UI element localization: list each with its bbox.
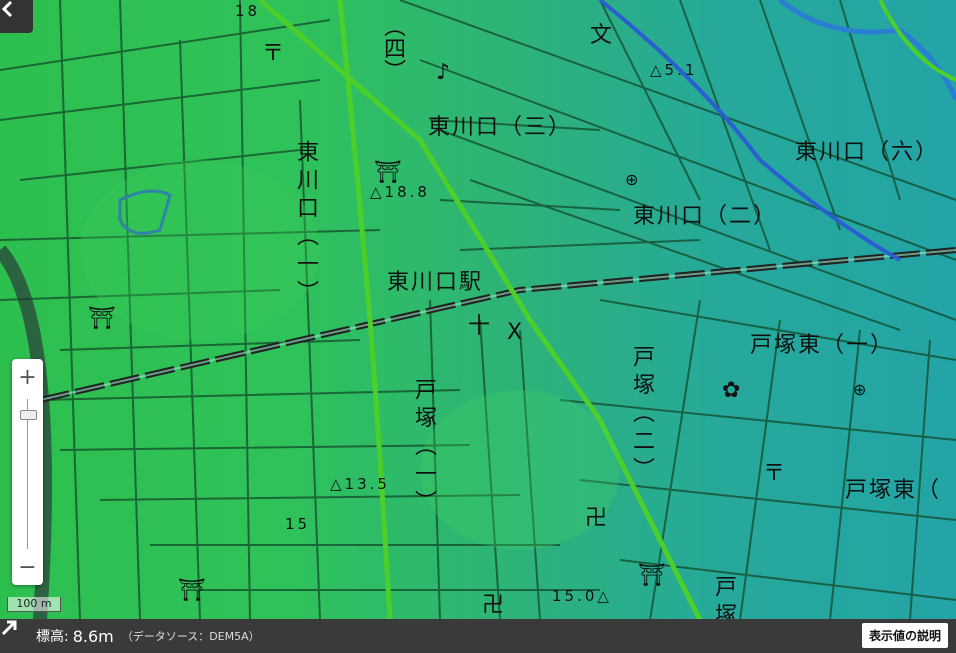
explain-values-button[interactable]: 表示値の説明 xyxy=(861,623,948,648)
elevation-point-15-partial: 15 xyxy=(285,515,311,533)
music-hall-icon: ♪ xyxy=(436,60,451,85)
chevron-left-icon xyxy=(1,0,13,18)
arrow-icon xyxy=(1,620,28,645)
station-label: 東川口駅 xyxy=(387,270,484,295)
zoom-slider-handle[interactable] xyxy=(20,410,37,420)
area-label-totsukahigashi-1: 戸塚東（一） xyxy=(750,333,895,358)
area-label-yon: （四） xyxy=(380,15,405,81)
area-label-higashikawaguchi-2: 東川口（二） xyxy=(633,204,778,229)
area-label-totsuka-2: 戸塚（二） xyxy=(629,345,654,485)
back-button[interactable] xyxy=(0,0,33,33)
shrine-icon: ⛩ xyxy=(638,563,666,588)
zoom-control: + − xyxy=(12,359,43,585)
hospital-icon: ⊕ xyxy=(853,380,867,399)
elevation-value: 8.6m xyxy=(72,626,114,646)
elevation-label: 標高: xyxy=(36,629,69,645)
elevation-point-13-5: △13.5 xyxy=(330,475,390,493)
police-icon: X xyxy=(507,320,523,345)
zoom-slider-track[interactable] xyxy=(27,399,28,549)
elevation-point-5-1: △5.1 xyxy=(650,61,698,79)
area-label-totsuka-1: 戸塚（一） xyxy=(411,378,436,518)
area-label-higashikawaguchi-1: 東川口（一） xyxy=(293,140,318,308)
hospital-icon: ⊕ xyxy=(625,170,639,189)
elevation-map[interactable]: 東川口（三） 東川口（六） 東川口（二） 東川口（一） 戸塚東（一） 戸塚東（ … xyxy=(0,0,956,653)
zoom-in-button[interactable]: + xyxy=(12,361,43,393)
area-label-higashikawaguchi-3: 東川口（三） xyxy=(428,115,573,140)
elevation-point-18-8: △18.8 xyxy=(370,183,430,201)
post-office-icon: 〒 xyxy=(262,41,285,66)
scale-bar: 100 m xyxy=(7,597,61,612)
elevation-point-18-top: 18 xyxy=(235,2,261,20)
elevation-point-15-0: 15.0△ xyxy=(552,587,612,605)
area-label-higashikawaguchi-6: 東川口（六） xyxy=(795,140,940,165)
area-label-totsukahigashi-partial: 戸塚東（ xyxy=(845,478,942,503)
elevation-source: （データソース：DEM5A） xyxy=(121,630,260,643)
shrine-icon: ⛩ xyxy=(374,160,402,185)
factory-icon: ✿ xyxy=(722,378,741,403)
crossroad-icon: 十 xyxy=(468,314,491,339)
shrine-icon: ⛩ xyxy=(178,578,206,603)
temple-icon: 卍 xyxy=(585,506,608,531)
shrine-icon: ⛩ xyxy=(88,306,116,331)
temple-icon: 卍 xyxy=(482,593,505,618)
school-icon: 文 xyxy=(590,23,613,48)
post-office-icon: 〒 xyxy=(763,461,786,486)
zoom-out-button[interactable]: − xyxy=(12,551,43,583)
elevation-status-bar: 標高: 8.6m （データソース：DEM5A） 表示値の説明 xyxy=(0,619,956,653)
